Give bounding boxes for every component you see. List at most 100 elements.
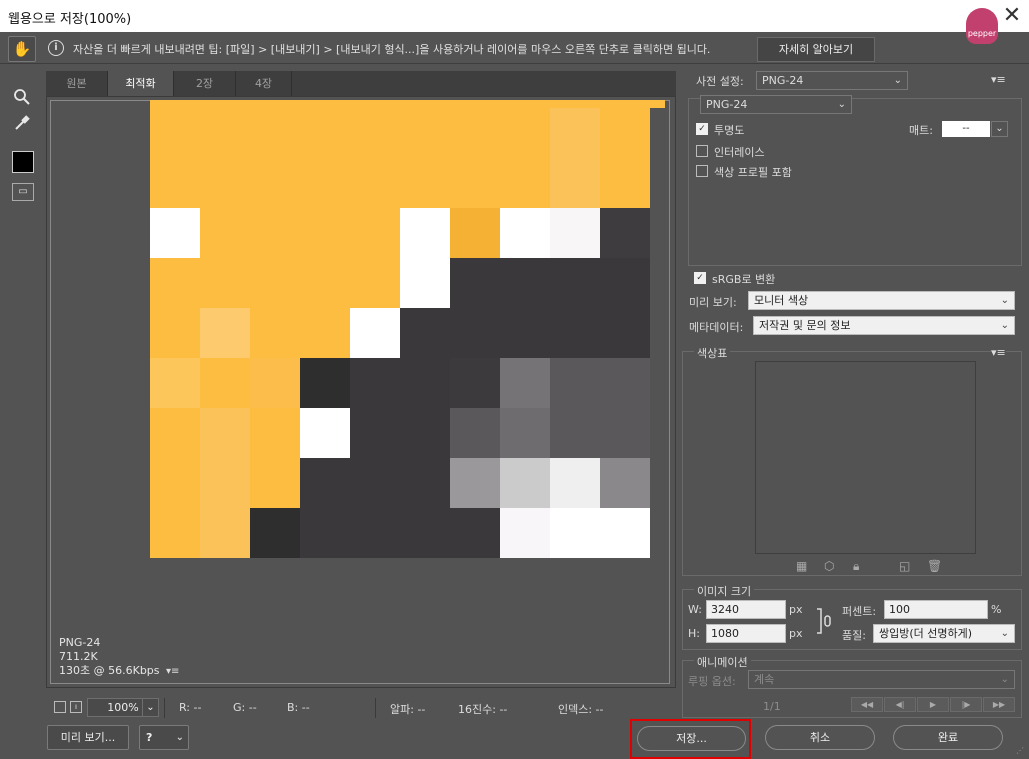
preview-pixel-block xyxy=(550,508,600,558)
preview-pixel-block xyxy=(250,308,300,358)
done-button[interactable]: 완료 xyxy=(893,725,1003,750)
preview-pixel-block xyxy=(550,458,600,508)
tab-original[interactable]: 원본 xyxy=(46,71,108,96)
preview-pixel-block xyxy=(150,458,200,508)
toggle-slices-icon[interactable]: ▭ xyxy=(12,183,34,201)
preview-pixel-block xyxy=(600,208,650,258)
optimized-file-info: PNG-24 711.2K 130초 @ 56.6Kbps xyxy=(59,636,160,678)
frame-counter: 1/1 xyxy=(763,700,781,713)
preview-pixel-block xyxy=(600,258,650,308)
percent-input[interactable]: 100 xyxy=(884,600,988,619)
save-button[interactable]: 저장... xyxy=(637,726,746,751)
percent-unit: % xyxy=(991,603,1002,616)
matte-value[interactable]: -- xyxy=(942,121,990,137)
format-value: PNG-24 xyxy=(706,98,748,111)
constrain-proportions-icon[interactable] xyxy=(815,607,833,635)
preview-pixel-block xyxy=(500,108,550,158)
title-bar: 웹용으로 저장(100%) ✕ xyxy=(0,0,1029,32)
tab-optimized[interactable]: 최적화 xyxy=(108,71,174,96)
preview-label: 미리 보기: xyxy=(689,296,737,309)
width-input[interactable]: 3240 xyxy=(706,600,786,619)
web-snap-icon[interactable]: ⬡ xyxy=(824,559,834,573)
first-frame-icon[interactable]: ◀◀ xyxy=(851,697,883,712)
lock-color-icon[interactable]: 🔒︎ xyxy=(853,559,859,574)
green-readout: G: -- xyxy=(233,701,257,714)
format-select[interactable]: PNG-24 ⌄ xyxy=(700,95,852,114)
cancel-button[interactable]: 취소 xyxy=(765,725,875,750)
preview-pixel-block xyxy=(150,158,200,208)
next-frame-icon[interactable]: |▶ xyxy=(950,697,982,712)
preview-pixel-block xyxy=(400,358,450,408)
preview-pixel-block xyxy=(250,458,300,508)
previous-frame-icon[interactable]: ◀| xyxy=(884,697,916,712)
preview-pixel-block xyxy=(350,308,400,358)
zoom-out-icon[interactable] xyxy=(54,701,66,713)
preview-pixel-block xyxy=(450,208,500,258)
preview-pixel-block xyxy=(400,158,450,208)
srgb-checkbox[interactable]: ✓ xyxy=(694,272,706,284)
metadata-select[interactable]: 저작권 및 문의 정보 ⌄ xyxy=(753,316,1015,335)
zoom-tool-icon[interactable] xyxy=(10,88,34,112)
preview-pixel-block xyxy=(150,108,200,158)
preset-select[interactable]: PNG-24 ⌄ xyxy=(756,71,908,90)
preview-pixel-block xyxy=(150,358,200,408)
download-speed-menu-icon[interactable]: ▾≡ xyxy=(166,666,179,677)
play-icon[interactable]: ▶ xyxy=(917,697,949,712)
preview-pixel-block xyxy=(500,158,550,208)
animation-label: 애니메이션 xyxy=(694,654,751,670)
preview-pixel-block xyxy=(200,258,250,308)
file-format-text: PNG-24 xyxy=(59,636,101,649)
preview-pixel-block xyxy=(350,158,400,208)
preview-pixel-block xyxy=(550,258,600,308)
loop-options-select[interactable]: 계속 ⌄ xyxy=(748,670,1015,689)
preview-pixel-block xyxy=(350,458,400,508)
transparency-checkbox[interactable]: ✓ xyxy=(696,123,708,135)
new-color-icon[interactable]: ◱ xyxy=(899,559,910,573)
interlace-label: 인터레이스 xyxy=(714,146,765,159)
preview-pixel-block xyxy=(550,358,600,408)
hex-readout: 16진수: -- xyxy=(458,703,508,716)
image-preview[interactable] xyxy=(150,100,665,558)
preview-pixel-block xyxy=(200,508,250,558)
preview-pixel-block xyxy=(200,458,250,508)
file-size-text: 711.2K xyxy=(59,650,98,663)
eyedropper-tool-icon[interactable] xyxy=(10,114,34,138)
quality-select[interactable]: 쌍입방(더 선명하게) ⌄ xyxy=(873,624,1015,643)
zoom-dropdown-chevron-icon[interactable]: ⌄ xyxy=(142,698,159,717)
color-table-menu-icon[interactable]: ▾≡ xyxy=(991,346,1006,359)
interlace-checkbox[interactable] xyxy=(696,145,708,157)
zoom-in-icon[interactable]: ı xyxy=(70,701,82,713)
matte-label: 매트: xyxy=(909,124,933,137)
optimize-menu-icon[interactable]: ▾≡ xyxy=(991,73,1006,86)
preview-pixel-block xyxy=(550,408,600,458)
resize-grip-icon[interactable]: ⋰ xyxy=(1016,746,1024,755)
help-button[interactable]: ? ⌄ xyxy=(139,725,189,750)
trash-icon[interactable]: 🗑︎ xyxy=(927,559,942,573)
preset-value: PNG-24 xyxy=(762,74,804,87)
preview-pixel-block xyxy=(600,358,650,408)
preview-pixel-block xyxy=(450,508,500,558)
view-tabs: 원본 최적화 2장 4장 xyxy=(46,71,676,96)
tab-4-up[interactable]: 4장 xyxy=(236,71,292,96)
learn-more-button[interactable]: 자세히 알아보기 xyxy=(757,37,875,62)
preview-pixel-block xyxy=(250,108,300,158)
last-frame-icon[interactable]: ▶▶ xyxy=(983,697,1015,712)
preview-pixel-block xyxy=(300,258,350,308)
preview-pixel-block xyxy=(500,208,550,258)
preview-pixel-block xyxy=(500,408,550,458)
chevron-down-icon: ⌄ xyxy=(837,99,846,110)
hand-tool-icon[interactable]: ✋ xyxy=(8,36,36,62)
tab-2-up[interactable]: 2장 xyxy=(174,71,236,96)
matte-chevron-icon[interactable]: ⌄ xyxy=(991,121,1008,137)
embed-profile-checkbox[interactable] xyxy=(696,165,708,177)
eyedropper-color-swatch[interactable] xyxy=(12,151,34,173)
close-icon[interactable]: ✕ xyxy=(1000,4,1024,28)
preview-pixel-block xyxy=(250,508,300,558)
preview-button[interactable]: 미리 보기... xyxy=(47,725,129,750)
height-input[interactable]: 1080 xyxy=(706,624,786,643)
preview-pixel-block xyxy=(450,358,500,408)
preview-pixel-block xyxy=(500,308,550,358)
map-transparent-icon[interactable]: ▦ xyxy=(796,559,807,573)
loop-options-label: 루핑 옵션: xyxy=(688,675,736,688)
preview-select[interactable]: 모니터 색상 ⌄ xyxy=(748,291,1015,310)
